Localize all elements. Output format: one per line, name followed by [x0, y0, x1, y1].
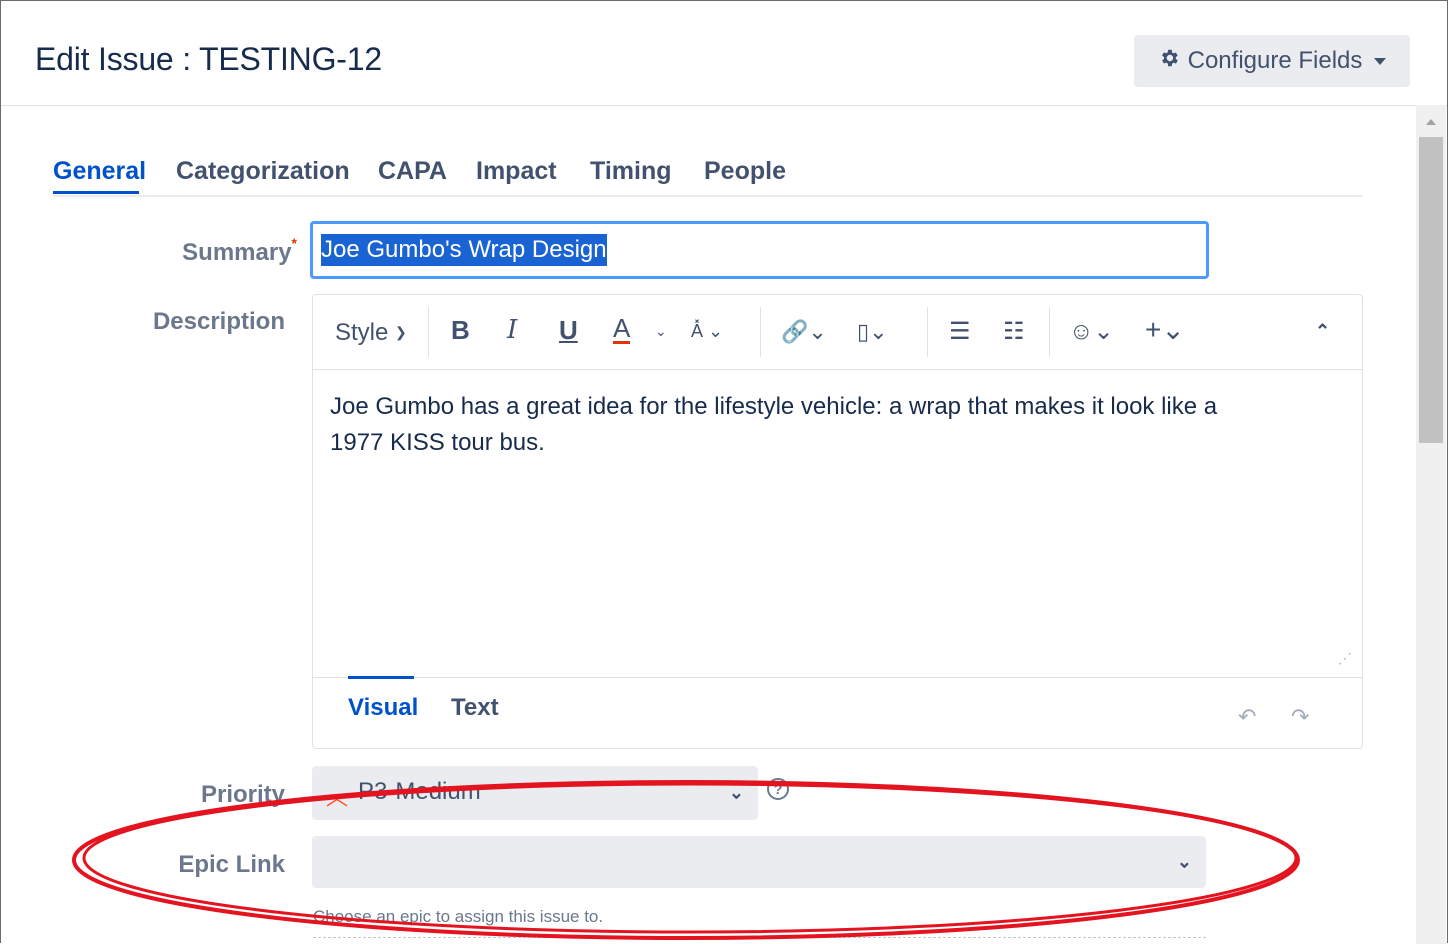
toolbar-divider [927, 307, 928, 357]
chevron-down-icon: ⌄ [1176, 851, 1192, 872]
active-mode-indicator [348, 676, 414, 679]
editor-toolbar: Style ❯ B I U A ⌄ A̽ ⌄ 🔗⌄ ▯⌄ ☰ ☷ ☺⌄ +⌄ ⌃ [313, 295, 1362, 370]
toolbar-divider [1049, 307, 1050, 357]
editor-mode-bar: Visual Text ↶ ↷ [313, 676, 1362, 750]
chevron-down-icon: ❯ [395, 324, 407, 340]
tab-impact[interactable]: Impact [476, 157, 557, 186]
visual-mode-tab[interactable]: Visual [348, 694, 418, 722]
emoji-icon[interactable]: ☺⌄ [1069, 317, 1114, 346]
style-dropdown[interactable]: Style ❯ [335, 319, 407, 347]
gear-icon [1158, 47, 1180, 76]
tab-people[interactable]: People [704, 157, 786, 186]
underline-button[interactable]: U [559, 315, 578, 346]
tab-capa[interactable]: CAPA [378, 157, 447, 186]
edit-issue-dialog: Edit Issue : TESTING-12 Configure Fields… [0, 0, 1448, 944]
description-editor[interactable]: Style ❯ B I U A ⌄ A̽ ⌄ 🔗⌄ ▯⌄ ☰ ☷ ☺⌄ +⌄ ⌃… [312, 294, 1363, 749]
text-color-button[interactable]: A [613, 315, 631, 344]
collapse-toolbar-icon[interactable]: ⌃ [1315, 321, 1330, 342]
dialog-title: Edit Issue : TESTING-12 [35, 41, 382, 77]
redo-icon[interactable]: ↷ [1291, 704, 1309, 730]
configure-fields-button[interactable]: Configure Fields [1134, 35, 1410, 87]
toolbar-divider [428, 307, 429, 357]
epic-link-select[interactable]: ⌄ [312, 836, 1206, 888]
toolbar-divider [760, 307, 761, 357]
summary-label: Summary* [182, 235, 297, 266]
tab-categorization[interactable]: Categorization [176, 157, 350, 186]
summary-value: Joe Gumbo's Wrap Design [321, 234, 607, 266]
required-marker: * [291, 235, 297, 251]
tab-timing[interactable]: Timing [590, 157, 671, 186]
tab-general[interactable]: General [53, 157, 146, 186]
scrollbar-thumb[interactable] [1419, 137, 1443, 443]
active-tab-indicator [53, 191, 139, 194]
priority-label: Priority [200, 781, 285, 808]
bold-button[interactable]: B [451, 315, 470, 346]
scroll-up-icon[interactable] [1426, 119, 1436, 125]
description-content[interactable]: Joe Gumbo has a great idea for the lifes… [330, 389, 1250, 461]
undo-icon[interactable]: ↶ [1238, 704, 1256, 730]
more-formatting-icon[interactable]: A̽ ⌄ [691, 321, 723, 342]
resize-grip-icon[interactable]: ⋰ [1338, 650, 1352, 667]
field-tabs: General Categorization CAPA Impact Timin… [53, 151, 1363, 197]
attachment-icon[interactable]: ▯⌄ [857, 319, 888, 345]
vertical-scrollbar[interactable] [1416, 105, 1446, 944]
help-icon[interactable]: ? [767, 778, 789, 800]
link-icon[interactable]: 🔗⌄ [781, 319, 827, 345]
italic-button[interactable]: I [507, 315, 517, 345]
dialog-header: Edit Issue : TESTING-12 Configure Fields [1, 1, 1447, 106]
epic-link-hint: Choose an epic to assign this issue to. [313, 907, 604, 926]
divider [313, 937, 1206, 938]
epic-link-label: Epic Link [178, 851, 285, 878]
insert-more-icon[interactable]: +⌄ [1145, 313, 1185, 346]
bullet-list-icon[interactable]: ☰ [949, 317, 971, 346]
priority-select[interactable]: ︿ P3-Medium ⌄ [312, 766, 758, 820]
summary-input[interactable]: Joe Gumbo's Wrap Design [310, 221, 1209, 279]
configure-fields-label: Configure Fields [1187, 47, 1363, 74]
chevron-up-icon: ︿ [326, 785, 349, 810]
numbered-list-icon[interactable]: ☷ [1003, 317, 1025, 346]
description-label: Description [152, 308, 285, 335]
text-mode-tab[interactable]: Text [451, 694, 499, 722]
caret-down-icon [1374, 57, 1387, 65]
chevron-down-icon: ⌄ [728, 782, 744, 803]
priority-value: P3-Medium [358, 778, 481, 805]
text-color-chevron-icon[interactable]: ⌄ [655, 323, 667, 340]
